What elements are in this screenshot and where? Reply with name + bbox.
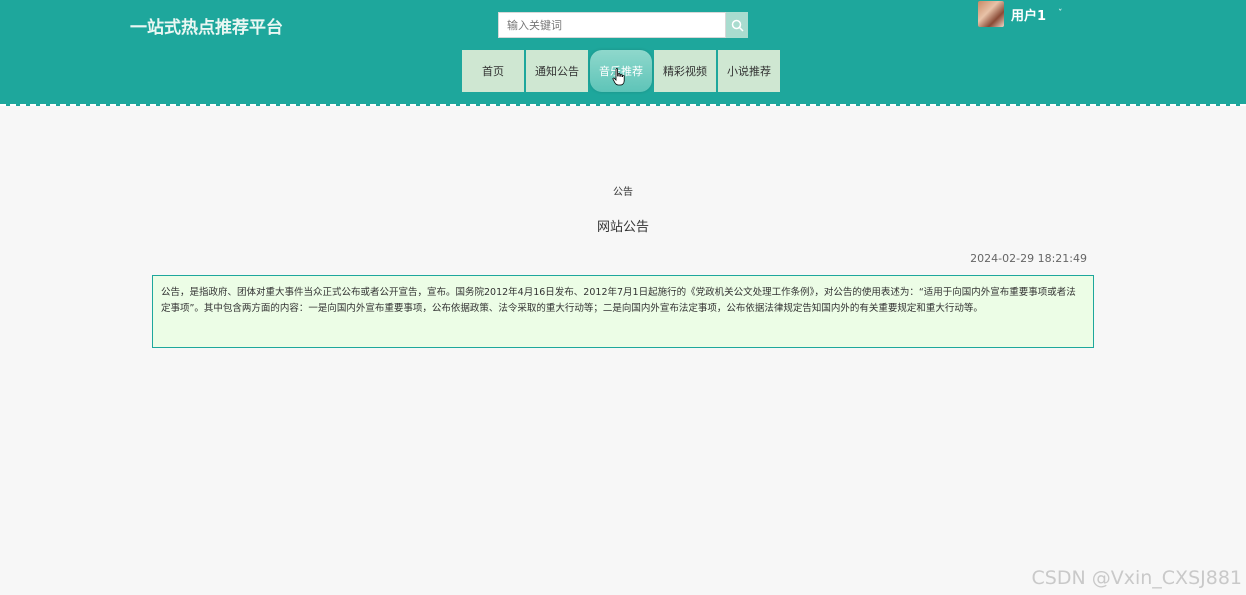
search-button[interactable] bbox=[726, 12, 748, 38]
nav-item-notices[interactable]: 通知公告 bbox=[526, 50, 588, 92]
nav-item-home[interactable]: 首页 bbox=[462, 50, 524, 92]
site-title: 一站式热点推荐平台 bbox=[130, 18, 283, 38]
user-name: 用户1 bbox=[1011, 8, 1047, 24]
avatar[interactable] bbox=[978, 1, 1004, 27]
hand-cursor-icon bbox=[612, 68, 625, 86]
nav-item-videos[interactable]: 精彩视频 bbox=[654, 50, 716, 92]
nav-item-novels[interactable]: 小说推荐 bbox=[718, 50, 780, 92]
search-box bbox=[498, 12, 748, 38]
user-menu[interactable]: 用户1 ˇ bbox=[978, 1, 1063, 27]
notice-title: 网站公告 bbox=[596, 220, 649, 235]
notice-category: 公告 bbox=[613, 187, 633, 198]
search-input[interactable] bbox=[498, 12, 726, 38]
page: 一站式热点推荐平台 用户1 ˇ 首页 通知公告 音乐推荐 精彩视频 小说推荐 bbox=[0, 0, 1246, 595]
notice-body: 公告，是指政府、团体对重大事件当众正式公布或者公开宣告，宣布。国务院2012年4… bbox=[152, 275, 1094, 348]
notice-timestamp: 2024-02-29 18:21:49 bbox=[970, 252, 1087, 265]
chevron-down-icon: ˇ bbox=[1058, 9, 1063, 19]
header-bar: 一站式热点推荐平台 用户1 ˇ 首页 通知公告 音乐推荐 精彩视频 小说推荐 bbox=[0, 0, 1246, 106]
watermark: CSDN @Vxin_CXSJ881 bbox=[1031, 567, 1242, 589]
search-icon bbox=[731, 19, 744, 32]
